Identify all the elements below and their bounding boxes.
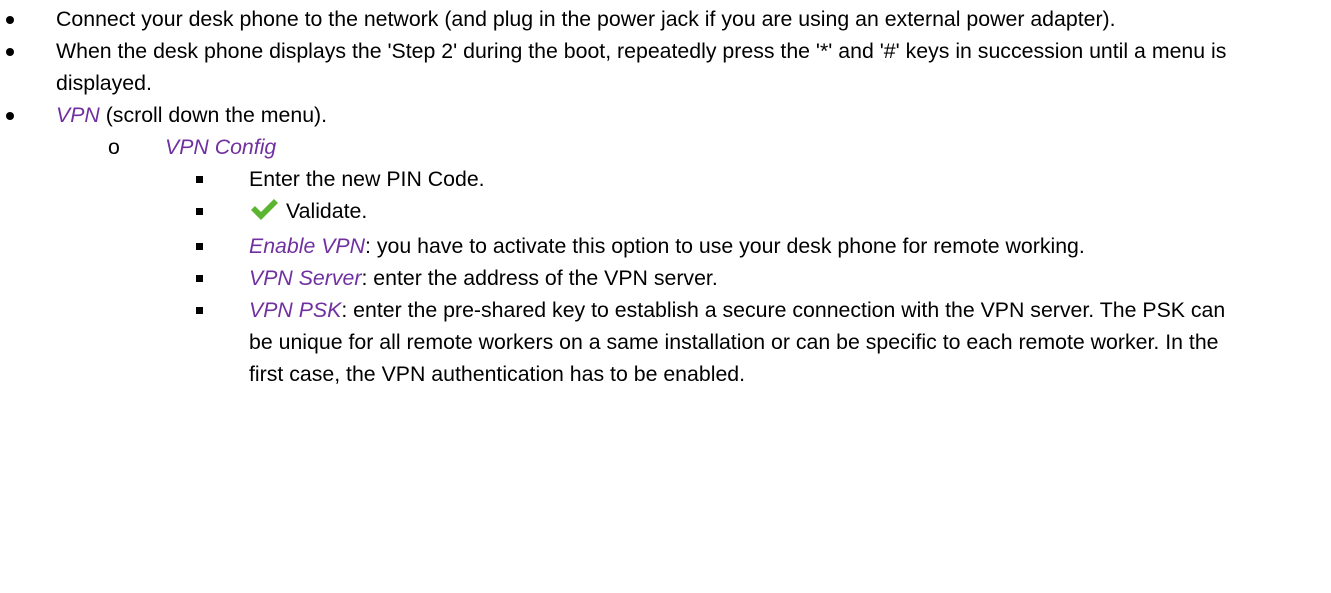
instruction-document: Connect your desk phone to the network (… <box>0 3 1331 390</box>
bullet-square <box>196 176 203 183</box>
bullet-square <box>196 307 203 314</box>
sub-sub-list-item: VPN Server: enter the address of the VPN… <box>0 262 1249 294</box>
item-text: : enter the address of the VPN server. <box>361 266 718 290</box>
sub-list-item: o VPN Config <box>0 131 1331 163</box>
item-text: : enter the pre-shared key to establish … <box>249 298 1226 386</box>
list-item: Connect your desk phone to the network (… <box>0 3 1306 35</box>
bullet-square <box>196 243 203 250</box>
bullet-dot <box>6 48 14 56</box>
bullet-square <box>196 208 203 215</box>
menu-name-vpn-config: VPN Config <box>165 135 277 159</box>
item-text: Enter the new PIN Code. <box>249 167 485 191</box>
list-item: When the desk phone displays the 'Step 2… <box>0 35 1306 99</box>
item-text: (scroll down the menu). <box>99 103 328 127</box>
sub-sub-list-item: Validate. <box>0 195 1249 230</box>
menu-name-vpn-psk: VPN PSK <box>249 298 342 322</box>
sub-sub-list-item: VPN PSK: enter the pre-shared key to est… <box>0 294 1249 390</box>
list-item: VPN (scroll down the menu). <box>0 99 1306 131</box>
bullet-square <box>196 275 203 282</box>
menu-name-enable-vpn: Enable VPN <box>249 234 366 258</box>
bullet-dot <box>6 112 14 120</box>
item-text: Connect your desk phone to the network (… <box>56 7 1116 31</box>
bullet-dot <box>6 16 14 24</box>
sub-sub-list-item: Enable VPN: you have to activate this op… <box>0 230 1249 262</box>
item-text: Validate. <box>286 199 368 223</box>
checkmark-icon <box>249 197 279 230</box>
bullet-circle-o: o <box>108 135 120 159</box>
item-text: When the desk phone displays the 'Step 2… <box>56 39 1227 95</box>
item-text: : you have to activate this option to us… <box>365 234 1085 258</box>
checkmark-icon-svg <box>251 199 278 220</box>
menu-name-vpn: VPN <box>56 103 100 127</box>
menu-name-vpn-server: VPN Server <box>249 266 362 290</box>
sub-sub-list-item: Enter the new PIN Code. <box>0 163 1249 195</box>
